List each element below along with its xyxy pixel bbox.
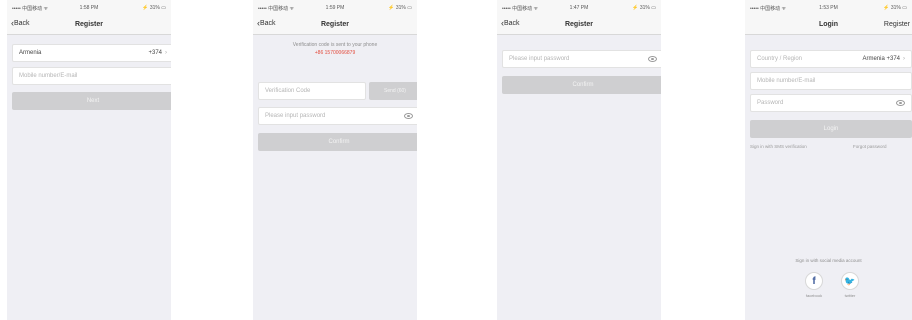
- carrier-signal: ••••• 中国移动 ᯤ: [258, 5, 295, 12]
- phone-number: +86 15700066879: [314, 50, 356, 56]
- eye-icon[interactable]: [404, 113, 413, 119]
- phone-screen-register-country: ••••• 中国移动 ᯤ 1:58 PM ⚡ 31% ▭ ‹Back Regis…: [7, 0, 171, 320]
- nav-bar: Login Register: [745, 16, 912, 35]
- carrier-signal: ••••• 中国移动 ᯤ: [12, 5, 49, 12]
- status-time: 1:47 PM: [569, 5, 589, 11]
- eye-icon[interactable]: [896, 100, 905, 106]
- country-name: Armenia: [19, 50, 42, 56]
- page-title: Register: [320, 21, 349, 28]
- verification-code-placeholder: Verification Code: [265, 88, 311, 94]
- password-input[interactable]: Please input password: [258, 107, 417, 125]
- nav-bar: ‹Back Register: [7, 16, 171, 35]
- twitter-label: twitter: [844, 293, 856, 298]
- battery-indicator: ⚡ 31% ▭: [142, 5, 166, 11]
- verification-code-input[interactable]: Verification Code: [258, 82, 366, 100]
- status-time: 1:59 PM: [325, 5, 345, 11]
- password-placeholder: Please input password: [509, 56, 570, 62]
- register-link[interactable]: Register: [884, 21, 910, 28]
- phone-screen-register-verify: ••••• 中国移动 ᯤ 1:59 PM ⚡ 31% ▭ ‹Back Regis…: [253, 0, 417, 320]
- nav-bar: ‹Back Register: [497, 16, 661, 35]
- country-region-label: Country / Region: [757, 56, 803, 62]
- phone-screen-login: ••••• 中国移动 ᯤ 1:53 PM ⚡ 31% ▭ Login Regis…: [745, 0, 912, 320]
- mobile-email-input[interactable]: Mobile number/E-mail: [750, 72, 912, 90]
- country-region-selector[interactable]: Country / Region Armenia +374 ›: [750, 50, 912, 68]
- page-title: Register: [564, 21, 593, 28]
- mobile-email-placeholder: Mobile number/E-mail: [19, 73, 78, 79]
- status-bar: ••••• 中国移动 ᯤ 1:59 PM ⚡ 31% ▭: [253, 0, 417, 16]
- next-button[interactable]: Next: [12, 92, 171, 110]
- chevron-right-icon: ›: [165, 50, 167, 56]
- verification-sent-message: Verification code is sent to your phone: [292, 42, 378, 48]
- chevron-right-icon: ›: [903, 56, 905, 62]
- page-title: Register: [74, 21, 103, 28]
- status-bar: ••••• 中国移动 ᯤ 1:53 PM ⚡ 31% ▭: [745, 0, 912, 16]
- eye-icon[interactable]: [648, 56, 657, 62]
- mobile-email-input[interactable]: Mobile number/E-mail: [12, 67, 171, 85]
- password-input[interactable]: Please input password: [502, 50, 661, 68]
- carrier-signal: ••••• 中国移动 ᯤ: [750, 5, 787, 12]
- country-selector[interactable]: Armenia +374 ›: [12, 44, 171, 62]
- battery-indicator: ⚡ 31% ▭: [883, 5, 907, 11]
- status-bar: ••••• 中国移动 ᯤ 1:47 PM ⚡ 31% ▭: [497, 0, 661, 16]
- forgot-password-link[interactable]: Forgot password: [853, 144, 887, 149]
- mobile-email-placeholder: Mobile number/E-mail: [757, 78, 816, 84]
- country-code: +374: [148, 50, 162, 56]
- battery-indicator: ⚡ 31% ▭: [388, 5, 412, 11]
- status-bar: ••••• 中国移动 ᯤ 1:58 PM ⚡ 31% ▭: [7, 0, 171, 16]
- carrier-signal: ••••• 中国移动 ᯤ: [502, 5, 539, 12]
- nav-bar: ‹Back Register: [253, 16, 417, 35]
- country-value: Armenia +374: [862, 56, 900, 62]
- social-signin-caption: Sign in with social media account: [795, 258, 862, 263]
- password-input[interactable]: Password: [750, 94, 912, 112]
- facebook-icon[interactable]: f: [805, 272, 823, 290]
- facebook-label: facebook: [805, 293, 823, 298]
- password-placeholder: Please input password: [265, 113, 326, 119]
- status-time: 1:53 PM: [819, 5, 838, 11]
- confirm-button[interactable]: Confirm: [258, 133, 417, 151]
- confirm-button[interactable]: Confirm: [502, 76, 661, 94]
- phone-screen-register-password: ••••• 中国移动 ᯤ 1:47 PM ⚡ 31% ▭ ‹Back Regis…: [497, 0, 661, 320]
- status-time: 1:58 PM: [79, 5, 99, 11]
- battery-indicator: ⚡ 31% ▭: [632, 5, 656, 11]
- send-code-button[interactable]: Send (60): [369, 82, 417, 100]
- login-button[interactable]: Login: [750, 120, 912, 138]
- sms-signin-link[interactable]: Sign in with SMS verification: [750, 144, 807, 149]
- password-placeholder: Password: [757, 100, 784, 106]
- twitter-icon[interactable]: 🐦: [841, 272, 859, 290]
